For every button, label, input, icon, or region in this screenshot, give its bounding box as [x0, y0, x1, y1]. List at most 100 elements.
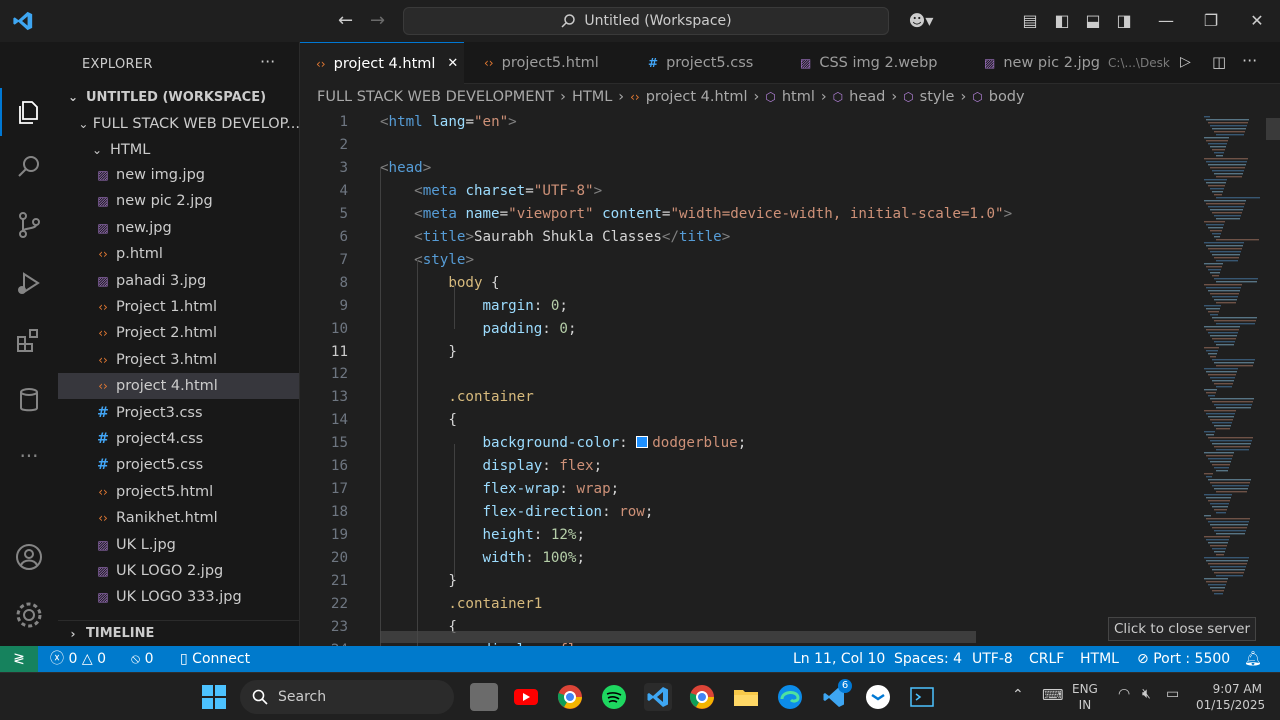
windows-start-icon[interactable]	[200, 683, 228, 711]
chevron-up-icon[interactable]: ⌃	[1012, 687, 1024, 703]
code-line[interactable]: 10 padding: 0;	[300, 318, 1200, 341]
edge-icon[interactable]	[776, 683, 804, 711]
close-tab-icon[interactable]: ✕	[447, 56, 458, 71]
file-item[interactable]: ‹› Project 3.html	[58, 347, 299, 373]
remote-indicator-icon[interactable]: ≷	[0, 646, 38, 672]
file-item[interactable]: ▨ new img.jpg	[58, 162, 299, 188]
file-item[interactable]: ‹› project5.html	[58, 479, 299, 505]
source-control-icon[interactable]	[14, 210, 44, 240]
code-line[interactable]: 5 <meta name="viewport" content="width=d…	[300, 203, 1200, 226]
code-line[interactable]: 7 <style>	[300, 249, 1200, 272]
color-swatch[interactable]	[636, 436, 649, 449]
clock[interactable]: 9:07 AM 01/15/2025	[1196, 681, 1265, 713]
vscode-logo-icon[interactable]	[12, 10, 34, 32]
extensions-icon[interactable]	[14, 326, 44, 356]
minimap[interactable]	[1200, 110, 1266, 610]
back-arrow-icon[interactable]: ←	[338, 10, 353, 31]
vscode-taskbar-icon[interactable]	[644, 683, 672, 711]
code-line[interactable]: 2	[300, 134, 1200, 157]
notifications-bell-icon[interactable]: 🔔︎	[1244, 646, 1262, 672]
breadcrumb-item[interactable]: style	[920, 89, 955, 105]
tab-css-img-2-webp[interactable]: ▨ CSS img 2.webp	[784, 42, 964, 84]
toggle-sidebar-icon[interactable]: ◧	[1052, 11, 1072, 31]
file-item[interactable]: ‹› Project 2.html	[58, 320, 299, 346]
code-line[interactable]: 13 .container	[300, 386, 1200, 409]
breadcrumb-item[interactable]: project 4.html	[646, 89, 748, 105]
breadcrumb-item[interactable]: html	[782, 89, 815, 105]
file-item[interactable]: ‹› Project 1.html	[58, 294, 299, 320]
file-item[interactable]: # project5.css	[58, 452, 299, 478]
code-line[interactable]: 18 flex-direction: row;	[300, 501, 1200, 524]
file-item[interactable]: ‹› Ranikhet.html	[58, 505, 299, 531]
spotify-icon[interactable]	[600, 683, 628, 711]
database-icon[interactable]	[14, 385, 44, 415]
timeline-section[interactable]: › TIMELINE	[58, 620, 299, 646]
tab-project5-html[interactable]: ‹› project5.html	[468, 42, 628, 84]
keyboard-icon[interactable]: ⌨	[1042, 686, 1064, 704]
terminal-icon[interactable]	[908, 683, 936, 711]
breadcrumb-item[interactable]: FULL STACK WEB DEVELOPMENT	[317, 89, 554, 105]
tab-project5-css[interactable]: # project5.css	[632, 42, 780, 84]
code-line[interactable]: 19 height: 12%;	[300, 524, 1200, 547]
code-line[interactable]: 14 {	[300, 409, 1200, 432]
code-line[interactable]: 3 <head>	[300, 157, 1200, 180]
close-window-icon[interactable]: ✕	[1247, 11, 1267, 31]
ports-status[interactable]: ⦸ 0	[131, 646, 154, 672]
code-line[interactable]: 20 width: 100%;	[300, 547, 1200, 570]
connect-status[interactable]: ▯ Connect	[180, 646, 250, 672]
taskbar-search[interactable]: Search	[240, 680, 454, 714]
split-editor-icon[interactable]: ◫	[1212, 53, 1226, 71]
run-debug-icon[interactable]	[14, 268, 44, 298]
explorer-more-icon[interactable]: ···	[260, 52, 275, 71]
wifi-icon[interactable]: ◠	[1118, 686, 1130, 702]
toggle-secondary-sidebar-icon[interactable]: ◨	[1114, 11, 1134, 31]
vertical-scrollbar[interactable]	[1266, 110, 1280, 646]
run-icon[interactable]: ▷	[1180, 54, 1191, 70]
speaker-muted-icon[interactable]: 🔇︎	[1142, 686, 1151, 702]
chrome-profile-icon[interactable]	[688, 683, 716, 711]
file-item[interactable]: ▨ UK LOGO 333.jpg	[58, 584, 299, 610]
code-line[interactable]: 15 background-color: dodgerblue;	[300, 432, 1200, 455]
messenger-icon[interactable]	[864, 683, 892, 711]
code-line[interactable]: 12	[300, 363, 1200, 386]
minimize-icon[interactable]: —	[1156, 11, 1176, 31]
end-of-line[interactable]: CRLF	[1029, 646, 1064, 672]
account-icon[interactable]	[14, 542, 44, 572]
file-explorer-window-icon[interactable]	[470, 683, 498, 711]
indentation[interactable]: Spaces: 4	[894, 646, 962, 672]
copilot-icon[interactable]: ☻▾	[906, 11, 936, 31]
tab-new-pic-2-jpg[interactable]: ▨ new pic 2.jpg C:\...\Deskt	[968, 42, 1170, 84]
file-item[interactable]: ▨ pahadi 3.jpg	[58, 268, 299, 294]
explorer-icon[interactable]	[14, 97, 44, 127]
problems-status[interactable]: ⓧ 0 △ 0	[50, 646, 106, 672]
code-line[interactable]: 17 flex-wrap: wrap;	[300, 478, 1200, 501]
input-language[interactable]: ENG IN	[1072, 681, 1098, 713]
workspace-root[interactable]: ⌄ UNTITLED (WORKSPACE)	[58, 84, 299, 110]
toggle-panel-icon[interactable]: ⬓	[1083, 11, 1103, 31]
folder-full-stack[interactable]: ⌄ FULL STACK WEB DEVELOP...	[58, 111, 299, 137]
chrome-icon[interactable]	[556, 683, 584, 711]
restore-icon[interactable]: ❐	[1201, 11, 1221, 31]
forward-arrow-icon[interactable]: →	[370, 10, 385, 31]
more-icon[interactable]: ···	[14, 444, 44, 474]
breadcrumb-item[interactable]: head	[849, 89, 885, 105]
code-line[interactable]: 6 <title>Saurabh Shukla Classes</title>	[300, 226, 1200, 249]
tab-project-4-html[interactable]: ‹› project 4.html ✕	[300, 42, 464, 84]
file-item[interactable]: ‹› p.html	[58, 241, 299, 267]
live-server-port[interactable]: ⊘ Port : 5500	[1137, 646, 1230, 672]
folder-icon[interactable]	[732, 683, 760, 711]
language-mode[interactable]: HTML	[1080, 646, 1119, 672]
breadcrumb-item[interactable]: body	[989, 89, 1025, 105]
code-line[interactable]: 1 <html lang="en">	[300, 111, 1200, 134]
file-item[interactable]: ▨ new pic 2.jpg	[58, 188, 299, 214]
code-line[interactable]: 11 }	[300, 341, 1200, 364]
command-center-search[interactable]: Untitled (Workspace)	[403, 7, 889, 35]
search-icon[interactable]	[14, 152, 44, 182]
code-line[interactable]: 9 margin: 0;	[300, 295, 1200, 318]
folder-html[interactable]: ⌄ HTML	[58, 137, 299, 163]
code-line[interactable]: 8 body {	[300, 272, 1200, 295]
youtube-icon[interactable]	[512, 683, 540, 711]
file-item[interactable]: # Project3.css	[58, 400, 299, 426]
breadcrumb-item[interactable]: HTML	[572, 89, 612, 105]
code-line[interactable]: 22 .container1	[300, 593, 1200, 616]
